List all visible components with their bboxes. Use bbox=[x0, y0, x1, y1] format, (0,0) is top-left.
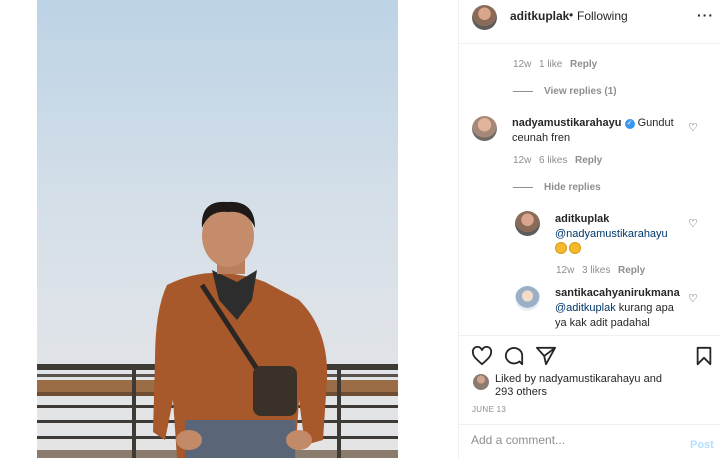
laughing-emoji-icon bbox=[555, 242, 567, 254]
view-replies-button[interactable]: View replies (1) bbox=[544, 86, 617, 97]
liked-by-avatar[interactable] bbox=[473, 374, 489, 390]
comment-username[interactable]: nadyamustikarahayu bbox=[512, 117, 621, 129]
reply-button[interactable]: Reply bbox=[570, 59, 597, 70]
reply-avatar[interactable] bbox=[515, 286, 540, 311]
more-horizontal-icon[interactable]: ··· bbox=[697, 7, 714, 23]
post-comment-button[interactable]: Post bbox=[690, 439, 714, 451]
add-comment-bar: Post bbox=[459, 424, 720, 458]
reply-body: santikacahyanirukmana @aditkuplak kurang… bbox=[555, 286, 685, 331]
comments-list[interactable]: 12w 1 like Reply View replies (1) nadyam… bbox=[459, 44, 720, 335]
reply-text-line2: ya kak adit padahal bbox=[555, 317, 650, 329]
post-side-panel: aditkuplak • Following ··· 12w 1 like Re… bbox=[458, 0, 720, 458]
laughing-emoji-icon bbox=[569, 242, 581, 254]
comment-likes[interactable]: 6 likes bbox=[539, 155, 567, 166]
post-photo-area bbox=[0, 0, 458, 458]
reply-like-heart-icon[interactable]: ♡ bbox=[688, 217, 698, 230]
reply-avatar[interactable] bbox=[515, 211, 540, 236]
post-header: aditkuplak • Following ··· bbox=[459, 0, 720, 44]
comment-time: 12w bbox=[513, 155, 532, 166]
reply-like-heart-icon[interactable]: ♡ bbox=[688, 292, 698, 305]
reply-username[interactable]: aditkuplak bbox=[555, 213, 609, 225]
liked-by-others[interactable]: 293 others bbox=[495, 386, 547, 398]
author-avatar[interactable] bbox=[472, 5, 497, 30]
reply-mention[interactable]: @nadyamustikarahayu bbox=[555, 228, 668, 240]
liked-by-text: Liked by nadyamustikarahayu and 293 othe… bbox=[495, 373, 705, 399]
comment-time: 12w bbox=[513, 59, 532, 70]
reply-body: aditkuplak @nadyamustikarahayu bbox=[555, 212, 685, 257]
liked-by-prefix: Liked by bbox=[495, 373, 536, 385]
reply-username[interactable]: santikacahyanirukmana bbox=[555, 287, 680, 299]
hide-replies-button[interactable]: Hide replies bbox=[544, 182, 601, 193]
photo-scene bbox=[37, 201, 398, 458]
commenter-avatar[interactable] bbox=[472, 116, 497, 141]
add-comment-input[interactable] bbox=[471, 433, 671, 447]
comment-text-line2: ceunah fren bbox=[512, 132, 571, 144]
comment-icon[interactable] bbox=[503, 346, 525, 366]
post-photo[interactable] bbox=[37, 0, 398, 458]
comment-text: Gundut bbox=[637, 117, 674, 129]
comment-like-heart-icon[interactable]: ♡ bbox=[688, 121, 698, 134]
reply-time: 12w bbox=[556, 265, 575, 276]
replies-divider bbox=[513, 91, 533, 92]
liked-by-user[interactable]: nadyamustikarahayu bbox=[539, 373, 641, 385]
reply-button[interactable]: Reply bbox=[575, 155, 602, 166]
liked-by-and: and bbox=[643, 373, 662, 385]
reply-button[interactable]: Reply bbox=[618, 265, 645, 276]
heart-icon[interactable] bbox=[471, 346, 493, 366]
verified-badge-icon: ✓ bbox=[624, 119, 635, 129]
author-username[interactable]: aditkuplak bbox=[510, 9, 569, 23]
bookmark-icon[interactable] bbox=[695, 346, 713, 366]
post-actions: Liked by nadyamustikarahayu and 293 othe… bbox=[459, 335, 720, 420]
following-button[interactable]: Following bbox=[577, 9, 628, 23]
reply-text: kurang apa bbox=[618, 302, 674, 314]
comment-likes[interactable]: 1 like bbox=[539, 59, 562, 70]
reply-mention[interactable]: @aditkuplak bbox=[555, 302, 616, 314]
reply-likes[interactable]: 3 likes bbox=[582, 265, 610, 276]
post-date: JUNE 13 bbox=[472, 405, 507, 414]
replies-divider bbox=[513, 187, 533, 188]
share-icon[interactable] bbox=[535, 346, 557, 366]
header-separator: • bbox=[569, 8, 574, 22]
comment-body: nadyamustikarahayu ✓ Gundut ceunah fren bbox=[512, 116, 692, 146]
